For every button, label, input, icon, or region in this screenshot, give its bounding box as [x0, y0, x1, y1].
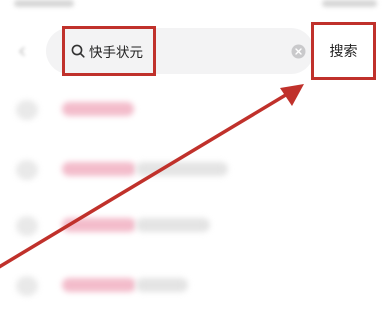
annotation-arrow [0, 84, 304, 269]
